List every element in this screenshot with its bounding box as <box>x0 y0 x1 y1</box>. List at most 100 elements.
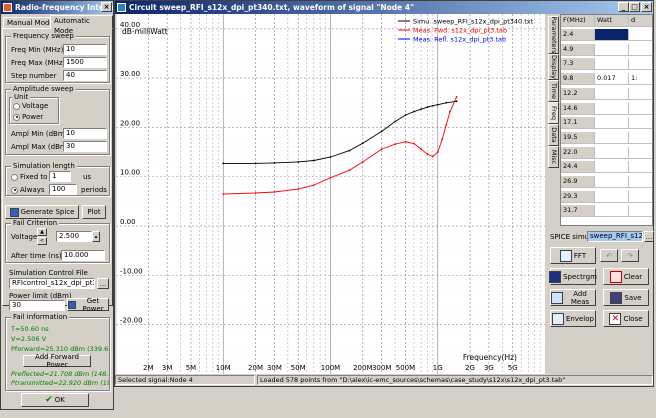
voltage-down-arrow[interactable]: < <box>37 237 47 245</box>
tab-parameters[interactable]: Parameters <box>548 16 559 54</box>
generate-spice-button[interactable]: Generate Spice <box>5 205 79 219</box>
grid-header-cell[interactable]: F(MHz) <box>561 15 595 27</box>
close-icon[interactable]: × <box>101 2 112 12</box>
ampl-max-input[interactable]: 30 <box>63 141 107 152</box>
always-radio[interactable]: Always <box>11 186 45 194</box>
undo-button[interactable]: ↶ <box>600 249 618 262</box>
data-grid[interactable]: F(MHz) Watt d 2.4 4.9 7.3 9.8 0.017 1: 12.2 14.6 17… <box>560 14 653 226</box>
grid-cell[interactable]: 1: <box>629 73 652 86</box>
fft-button[interactable]: FFT <box>550 247 596 264</box>
get-power-button[interactable]: Get Power <box>67 297 109 313</box>
tab-freq[interactable]: Freq <box>548 102 559 124</box>
voltage-up-arrow[interactable]: ▲ <box>37 228 47 236</box>
ampl-min-input[interactable]: 10 <box>63 128 107 139</box>
after-time-input[interactable]: 10.000 <box>61 250 105 261</box>
grid-cell[interactable]: 17.1 <box>561 117 595 130</box>
grid-cell[interactable] <box>595 117 629 130</box>
grid-cell[interactable] <box>629 205 652 218</box>
grid-cell[interactable] <box>629 87 652 100</box>
add-meas-button[interactable]: Add Meas <box>550 289 596 306</box>
step-number-input[interactable]: 40 <box>63 70 107 81</box>
grid-cell[interactable]: 7.3 <box>561 58 595 71</box>
series-point-1 <box>436 151 439 153</box>
freq-max-input[interactable]: 1500 <box>63 57 107 68</box>
grid-cell[interactable]: 31.7 <box>561 205 595 218</box>
legend-entry-1: Meas. Fwd. s12x_dpi_pt3.tab <box>413 27 507 35</box>
tab-automatic-mode[interactable]: Automatic Mode <box>50 15 113 35</box>
grid-cell[interactable] <box>629 146 652 159</box>
grid-cell[interactable] <box>595 43 629 56</box>
power-limit-input[interactable]: 30 <box>9 300 65 311</box>
grid-cell[interactable] <box>629 102 652 115</box>
grid-cell[interactable]: 22.0 <box>561 146 595 159</box>
grid-cell[interactable] <box>595 102 629 115</box>
voltage-radio[interactable]: Voltage <box>13 102 48 110</box>
grid-cell[interactable] <box>629 58 652 71</box>
grid-cell[interactable] <box>595 29 629 41</box>
add-forward-power-button[interactable]: Add Forward Power <box>23 353 91 369</box>
grid-cell[interactable]: 4.9 <box>561 43 595 56</box>
series-point-0 <box>254 162 257 165</box>
series-point-0 <box>426 106 429 109</box>
grid-cell[interactable] <box>629 161 652 174</box>
grid-cell[interactable] <box>629 131 652 144</box>
grid-header-cell[interactable]: Watt <box>595 15 629 27</box>
fft-icon <box>559 249 572 262</box>
save-button[interactable]: Save <box>603 289 649 306</box>
grid-cell[interactable] <box>595 205 629 218</box>
voltage-threshold-input[interactable]: 2.500 <box>56 231 92 242</box>
series-point-0 <box>222 162 225 165</box>
window-close-icon[interactable]: × <box>641 2 652 12</box>
grid-cell[interactable]: 14.6 <box>561 102 595 115</box>
grid-cell[interactable] <box>629 190 652 203</box>
fixed-radio[interactable]: Fixed to <box>11 173 47 181</box>
minimize-icon[interactable]: _ <box>618 2 629 12</box>
spectrogram-button[interactable]: Spectrgm <box>549 268 597 285</box>
grid-cell[interactable] <box>595 87 629 100</box>
clear-button[interactable]: Clear <box>603 268 649 285</box>
tab-display[interactable]: Display <box>548 54 559 80</box>
redo-button[interactable]: ↷ <box>621 249 639 262</box>
envelop-button[interactable]: Envelop <box>550 310 596 327</box>
series-point-1 <box>445 124 448 126</box>
tab-data[interactable]: Data <box>548 124 559 146</box>
waveform-chart[interactable]: 40.0030.0020.0010.000.00-10.00-20.002M 3M… <box>116 14 545 374</box>
grid-header-cell[interactable]: d <box>629 15 652 27</box>
maximize-icon[interactable]: □ <box>629 2 640 12</box>
close-x-icon: ✕ <box>609 312 622 325</box>
plot-button[interactable]: Plot <box>82 205 106 219</box>
ok-button[interactable]: ✔ OK <box>21 393 89 407</box>
grid-cell[interactable]: 2.4 <box>561 29 595 41</box>
freq-min-input[interactable]: 10 <box>63 44 107 55</box>
grid-cell[interactable] <box>595 190 629 203</box>
always-value-input[interactable]: 100 <box>49 184 77 195</box>
voltage-spin-button[interactable]: ▴ <box>92 231 100 242</box>
tab-time[interactable]: Time <box>548 80 559 102</box>
browse-control-file-button[interactable]: ... <box>97 278 109 289</box>
spice-simu-browse-button[interactable]: … <box>644 231 654 242</box>
grid-cell[interactable]: 26.9 <box>561 176 595 188</box>
sim-control-file-input[interactable]: RFIcontrol_s12x_dpi_pt3.ctl <box>9 278 95 289</box>
grid-cell[interactable]: 19.5 <box>561 131 595 144</box>
grid-cell[interactable]: 12.2 <box>561 87 595 100</box>
grid-cell[interactable] <box>629 43 652 56</box>
grid-cell[interactable] <box>629 176 652 188</box>
grid-cell[interactable]: 9.8 <box>561 73 595 86</box>
grid-cell[interactable] <box>595 131 629 144</box>
grid-cell[interactable] <box>595 146 629 159</box>
spice-simu-select[interactable]: sweep_RFI_s12 <box>587 231 643 242</box>
tab-misc[interactable]: Misc <box>548 146 559 168</box>
grid-cell[interactable] <box>629 29 652 41</box>
grid-cell[interactable] <box>595 58 629 71</box>
grid-cell[interactable]: 29.3 <box>561 190 595 203</box>
close-button[interactable]: ✕ Close <box>603 310 649 327</box>
x-tick-label: 3G <box>484 364 494 372</box>
spice-simu-label: SPICE simu: <box>550 233 592 241</box>
grid-cell[interactable]: 0.017 <box>595 73 629 86</box>
grid-cell[interactable]: 24.4 <box>561 161 595 174</box>
grid-cell[interactable] <box>595 176 629 188</box>
grid-cell[interactable] <box>595 161 629 174</box>
grid-cell[interactable] <box>629 117 652 130</box>
fixed-value-input[interactable]: 1 <box>49 171 71 182</box>
power-radio[interactable]: Power <box>13 113 43 121</box>
